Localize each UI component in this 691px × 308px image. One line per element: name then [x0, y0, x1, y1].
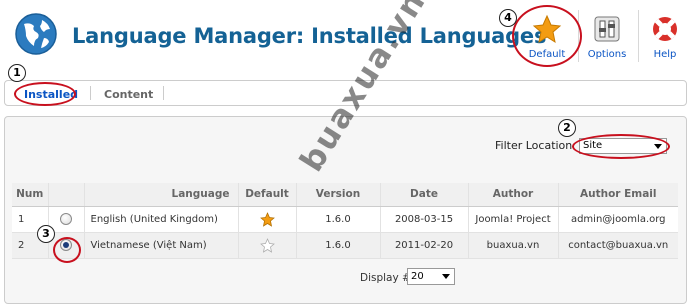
row-default-cell [237, 206, 296, 233]
submenu-item-content[interactable]: Content [104, 88, 153, 101]
row-author: Joomla! Project [467, 206, 558, 233]
languages-table: Num Language Default Version Date Author… [12, 183, 678, 259]
callout-number-2: 2 [558, 119, 576, 137]
row-date: 2011-02-20 [379, 232, 468, 259]
column-header-num[interactable]: Num [12, 183, 48, 207]
callout-ring-default [512, 5, 582, 67]
column-header-author-email[interactable]: Author Email [557, 183, 678, 207]
column-header-version[interactable]: Version [295, 183, 380, 207]
dropdown-arrow-icon [442, 274, 450, 279]
row-author: buaxua.vn [467, 232, 558, 259]
table-row[interactable]: 1 English (United Kingdom) 1.6.0 2008-03… [12, 206, 678, 233]
row-default-cell [237, 232, 296, 259]
table-header-row: Num Language Default Version Date Author… [12, 183, 678, 207]
column-header-default[interactable]: Default [237, 183, 296, 207]
row-date: 2008-03-15 [379, 206, 468, 233]
display-count-select[interactable]: 20 [407, 268, 455, 285]
filter-location-label: Filter Location [495, 139, 573, 152]
callout-ring-installed [14, 82, 76, 106]
row-author-email: contact@buaxua.vn [557, 232, 678, 259]
globe-icon [15, 13, 57, 55]
callout-number-3: 3 [37, 225, 55, 243]
display-count-value: 20 [411, 271, 424, 282]
row-language: Vietnamese (Việt Nam) [83, 232, 238, 259]
row-version: 1.6.0 [295, 232, 380, 259]
table-row[interactable]: 2 Vietnamese (Việt Nam) 1.6.0 2011-02-20… [12, 232, 678, 259]
help-label: Help [653, 49, 677, 60]
row-author-email: admin@joomla.org [557, 206, 678, 233]
row-select-radio[interactable] [60, 213, 72, 225]
submenu-divider [90, 86, 91, 100]
callout-ring-radio [53, 237, 81, 263]
column-header-language[interactable]: Language [83, 183, 238, 207]
submenu-divider [163, 86, 164, 100]
callout-number-1: 1 [8, 64, 26, 82]
column-header-author[interactable]: Author [467, 183, 558, 207]
callout-number-4: 4 [499, 9, 517, 27]
options-icon [594, 16, 620, 42]
options-button[interactable]: Options [580, 6, 634, 64]
column-header-select [47, 183, 84, 207]
help-button[interactable]: Help [641, 6, 689, 64]
help-lifebuoy-icon [653, 17, 677, 41]
not-default-star-icon[interactable] [259, 237, 275, 253]
toolbar-header: Language Manager: Installed Languages De… [0, 0, 691, 74]
row-language: English (United Kingdom) [83, 206, 238, 233]
toolbar-divider [638, 10, 639, 62]
page-title: Language Manager: Installed Languages [72, 24, 547, 48]
column-header-date[interactable]: Date [379, 183, 468, 207]
display-count-label: Display # [360, 272, 411, 284]
default-star-icon[interactable] [259, 211, 275, 227]
options-label: Options [587, 49, 627, 60]
callout-ring-filter [572, 134, 670, 159]
row-version: 1.6.0 [295, 206, 380, 233]
